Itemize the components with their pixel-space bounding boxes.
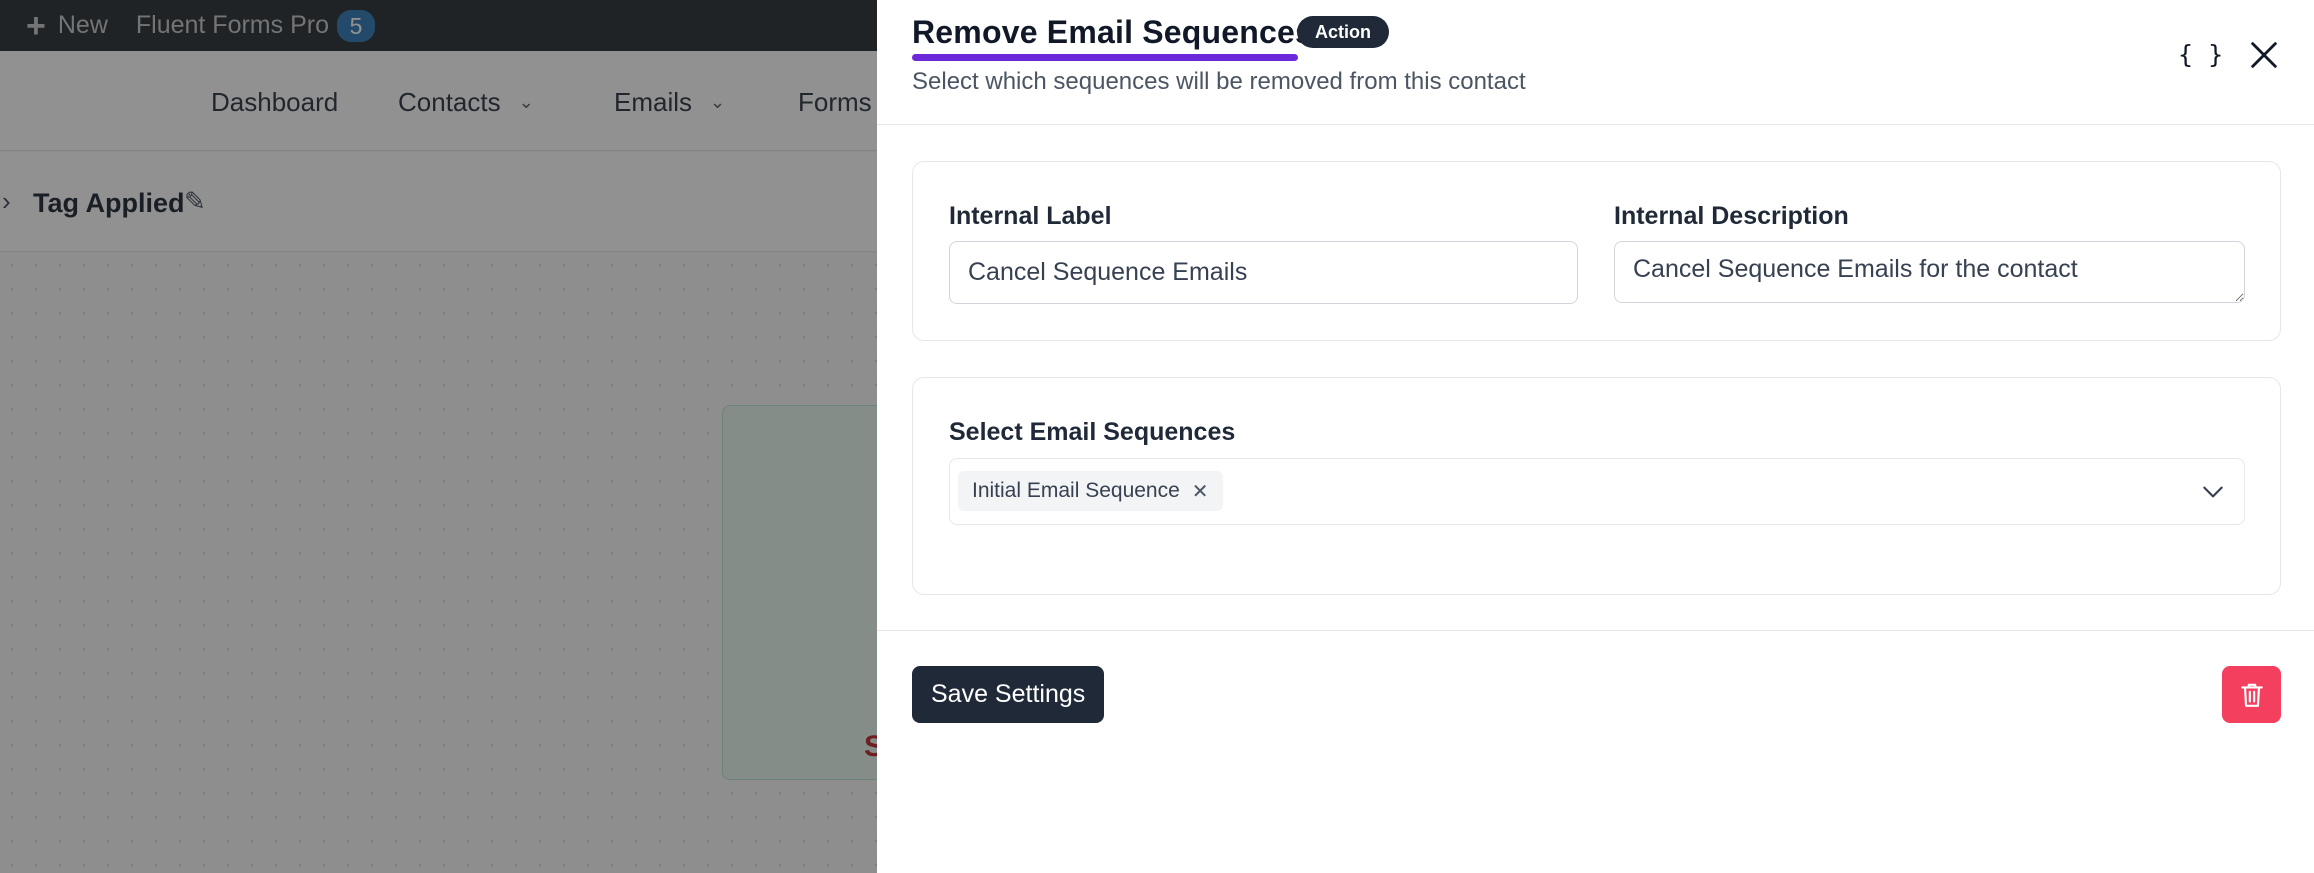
internal-label-input[interactable] [949, 241, 1578, 304]
save-settings-button[interactable]: Save Settings [912, 666, 1105, 723]
selected-sequence-label: Initial Email Sequence [972, 479, 1180, 502]
close-icon[interactable]: ✕ [1192, 479, 1209, 504]
drawer-title: Remove Email Sequences [912, 14, 1314, 50]
email-sequences-label: Select Email Sequences [949, 418, 1236, 446]
internal-description-label: Internal Description [1614, 202, 1849, 230]
close-icon[interactable] [2247, 38, 2281, 72]
action-settings-drawer: Remove Email Sequences Action Select whi… [877, 0, 2314, 873]
trash-icon [2240, 683, 2263, 707]
action-badge: Action [1297, 16, 1389, 48]
code-braces-icon[interactable]: { } [2178, 40, 2223, 69]
internal-label-label: Internal Label [949, 202, 1112, 230]
email-sequences-select[interactable]: Initial Email Sequence ✕ [949, 458, 2245, 525]
title-underline [912, 54, 1298, 61]
internal-description-textarea[interactable]: Cancel Sequence Emails for the contact [1614, 241, 2245, 303]
selected-sequence-tag: Initial Email Sequence ✕ [958, 471, 1223, 511]
footer-divider [877, 630, 2314, 631]
chevron-down-icon[interactable] [2200, 479, 2226, 505]
email-sequences-card: Select Email Sequences Initial Email Seq… [912, 377, 2281, 595]
drawer-subtitle: Select which sequences will be removed f… [912, 68, 1526, 95]
drawer-header: Remove Email Sequences Action Select whi… [877, 0, 2314, 125]
internal-info-card: Internal Label Internal Description Canc… [912, 161, 2281, 341]
delete-action-button[interactable] [2222, 666, 2281, 723]
